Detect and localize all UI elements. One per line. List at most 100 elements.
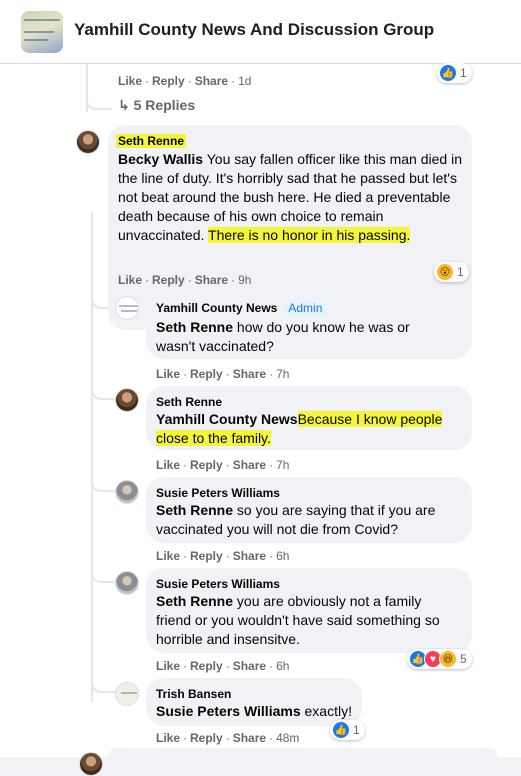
- separator: ·: [145, 74, 150, 88]
- separator: ·: [183, 367, 188, 381]
- reply-link[interactable]: Reply: [190, 659, 223, 673]
- reply-link[interactable]: Reply: [190, 367, 223, 381]
- separator: ·: [269, 659, 274, 673]
- comment-actions: Like · Reply · Share · 7h: [156, 367, 289, 381]
- avatar[interactable]: [115, 682, 139, 706]
- timestamp[interactable]: 7h: [276, 458, 289, 472]
- mention-link[interactable]: Yamhill County News: [156, 411, 298, 427]
- view-replies-link[interactable]: ↳ 5 Replies: [118, 97, 195, 114]
- group-header: Yamhill County News And Discussion Group: [0, 0, 521, 64]
- like-icon: 👍: [332, 721, 350, 739]
- separator: ·: [183, 731, 188, 745]
- separator: ·: [183, 659, 188, 673]
- comment-author[interactable]: Susie Peters Williams: [156, 486, 280, 500]
- comment-author[interactable]: Trish Bansen: [156, 687, 231, 701]
- comment-author[interactable]: Seth Renne: [116, 134, 187, 148]
- avatar[interactable]: [115, 388, 139, 412]
- thread-curve: [91, 462, 115, 492]
- share-link[interactable]: Share: [233, 367, 266, 381]
- share-link[interactable]: Share: [233, 458, 266, 472]
- mention-link[interactable]: Seth Renne: [156, 593, 233, 609]
- reaction-summary[interactable]: 👍 1: [330, 720, 365, 740]
- comment-text: Seth Renne so you are saying that if you…: [156, 502, 436, 537]
- timestamp[interactable]: 1d: [238, 74, 251, 88]
- mention-link[interactable]: Seth Renne: [156, 502, 233, 518]
- separator: ·: [231, 273, 236, 287]
- group-title[interactable]: Yamhill County News And Discussion Group: [74, 20, 434, 40]
- reply-arrow-icon: ↳: [118, 97, 130, 113]
- separator: ·: [269, 731, 274, 745]
- comment-text: Yamhill County NewsBecause I know people…: [156, 410, 462, 448]
- comment-thread: Like · Reply · Share · 1d 👍 1 ↳ 5 Replies Seth…: [0, 63, 521, 776]
- avatar[interactable]: [115, 571, 139, 595]
- separator: ·: [269, 367, 274, 381]
- separator: ·: [269, 458, 274, 472]
- avatar[interactable]: [115, 480, 139, 504]
- thread-curve: [91, 370, 115, 400]
- reaction-summary[interactable]: 👍 ♥ 😆 5: [407, 649, 472, 669]
- separator: ·: [187, 74, 192, 88]
- reaction-summary[interactable]: 😮 1: [434, 262, 469, 282]
- haha-icon: 😆: [439, 650, 457, 668]
- highlighted-text: There is no honor in his passing.: [208, 227, 411, 243]
- reaction-count: 1: [460, 66, 467, 80]
- top-comment-actions: Like · Reply · Share · 1d: [118, 74, 251, 88]
- like-link[interactable]: Like: [156, 659, 180, 673]
- separator: ·: [269, 549, 274, 563]
- timestamp[interactable]: 6h: [276, 549, 289, 563]
- share-link[interactable]: Share: [195, 273, 228, 287]
- like-link[interactable]: Like: [156, 458, 180, 472]
- share-link[interactable]: Share: [233, 731, 266, 745]
- timestamp[interactable]: 6h: [276, 659, 289, 673]
- thread-curve: [91, 553, 115, 583]
- reaction-count: 1: [457, 265, 464, 279]
- reaction-summary[interactable]: 👍 1: [437, 63, 472, 83]
- comment-text: Seth Renne you are obviously not a famil…: [156, 593, 440, 647]
- thread-curve: [91, 662, 115, 693]
- separator: ·: [183, 549, 188, 563]
- mention-link[interactable]: Seth Renne: [156, 319, 233, 335]
- like-link[interactable]: Like: [156, 731, 180, 745]
- reply-link[interactable]: Reply: [190, 731, 223, 745]
- separator: ·: [231, 74, 236, 88]
- like-link[interactable]: Like: [156, 367, 180, 381]
- timestamp[interactable]: 48m: [276, 731, 299, 745]
- comment-author[interactable]: Seth Renne: [156, 395, 222, 409]
- comment-actions: Like · Reply · Share · 6h: [156, 549, 289, 563]
- comment-author[interactable]: Susie Peters Williams: [156, 577, 280, 591]
- like-icon: 👍: [439, 64, 457, 82]
- thread-curve: [86, 64, 112, 110]
- like-link[interactable]: Like: [118, 273, 142, 287]
- share-link[interactable]: Share: [233, 659, 266, 673]
- reply-link[interactable]: Reply: [152, 273, 185, 287]
- avatar[interactable]: [79, 752, 103, 776]
- replies-label: 5 Replies: [133, 97, 196, 113]
- separator: ·: [225, 659, 230, 673]
- comment-actions: Like · Reply · Share · 7h: [156, 458, 289, 472]
- share-link[interactable]: Share: [233, 549, 266, 563]
- reply-link[interactable]: Reply: [190, 549, 223, 563]
- timestamp[interactable]: 9h: [238, 273, 251, 287]
- group-avatar[interactable]: [21, 11, 63, 53]
- separator: ·: [145, 273, 150, 287]
- like-link[interactable]: Like: [156, 549, 180, 563]
- comment-author[interactable]: Yamhill County News Admin: [156, 300, 328, 316]
- mention-link[interactable]: Susie Peters Williams: [156, 703, 301, 719]
- comment-actions: Like · Reply · Share · 9h: [118, 273, 251, 287]
- avatar[interactable]: [115, 296, 139, 320]
- separator: ·: [225, 458, 230, 472]
- admin-badge: Admin: [283, 300, 328, 316]
- share-link[interactable]: Share: [195, 74, 228, 88]
- reply-link[interactable]: Reply: [152, 74, 185, 88]
- reply-link[interactable]: Reply: [190, 458, 223, 472]
- comment-text: Seth Renne how do you know he was or was…: [156, 319, 410, 354]
- mention-link[interactable]: Becky Wallis: [118, 151, 203, 167]
- comment-text: Becky Wallis You say fallen officer like…: [118, 151, 462, 243]
- separator: ·: [183, 458, 188, 472]
- avatar[interactable]: [76, 130, 100, 154]
- separator: ·: [225, 367, 230, 381]
- comment-actions: Like · Reply · Share · 48m: [156, 731, 299, 745]
- timestamp[interactable]: 7h: [276, 367, 289, 381]
- like-link[interactable]: Like: [118, 74, 142, 88]
- comment-bubble: [108, 748, 498, 757]
